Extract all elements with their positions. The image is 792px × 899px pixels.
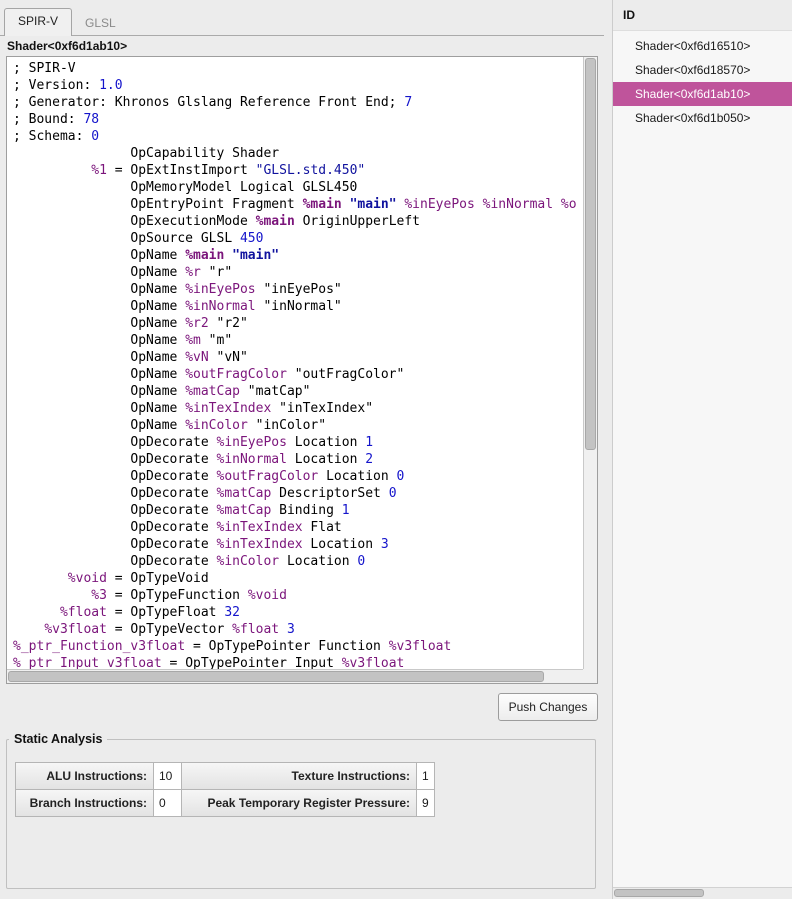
code-line: OpName %r2 "r2"	[13, 315, 583, 332]
code-line: OpDecorate %inColor Location 0	[13, 553, 583, 570]
code-line: %3 = OpTypeFunction %void	[13, 587, 583, 604]
code-line: OpDecorate %inTexIndex Flat	[13, 519, 583, 536]
code-line: OpMemoryModel Logical GLSL450	[13, 179, 583, 196]
peak-register-pressure-label: Peak Temporary Register Pressure:	[182, 790, 417, 817]
code-line: %float = OpTypeFloat 32	[13, 604, 583, 621]
code-line: ; SPIR-V	[13, 60, 583, 77]
code-line: %_ptr_Function_v3float = OpTypePointer F…	[13, 638, 583, 655]
code-line: OpDecorate %outFragColor Location 0	[13, 468, 583, 485]
shader-list-item[interactable]: Shader<0xf6d18570>	[613, 58, 792, 82]
static-analysis-groupbox: Static Analysis ALU Instructions: 10 Tex…	[6, 739, 596, 889]
code-content[interactable]: ; SPIR-V; Version: 1.0; Generator: Khron…	[7, 57, 583, 669]
code-line: ; Schema: 0	[13, 128, 583, 145]
code-line: OpName %outFragColor "outFragColor"	[13, 366, 583, 383]
code-line: %void = OpTypeVoid	[13, 570, 583, 587]
code-line: ; Version: 1.0	[13, 77, 583, 94]
code-line: OpDecorate %matCap Binding 1	[13, 502, 583, 519]
code-line: OpName %inTexIndex "inTexIndex"	[13, 400, 583, 417]
code-line: ; Bound: 78	[13, 111, 583, 128]
code-line: OpName %inEyePos "inEyePos"	[13, 281, 583, 298]
shader-list-item[interactable]: Shader<0xf6d1b050>	[613, 106, 792, 130]
code-line: OpCapability Shader	[13, 145, 583, 162]
shader-list: Shader<0xf6d16510> Shader<0xf6d18570> Sh…	[613, 34, 792, 130]
shader-id-label: Shader<0xf6d1ab10>	[7, 39, 127, 53]
code-editor: ; SPIR-V; Version: 1.0; Generator: Khron…	[6, 56, 598, 684]
branch-instructions-label: Branch Instructions:	[16, 790, 154, 817]
shader-list-item[interactable]: Shader<0xf6d16510>	[613, 34, 792, 58]
alu-instructions-label: ALU Instructions:	[16, 763, 154, 790]
code-line: OpExecutionMode %main OriginUpperLeft	[13, 213, 583, 230]
code-line: OpName %m "m"	[13, 332, 583, 349]
code-line: %1 = OpExtInstImport "GLSL.std.450"	[13, 162, 583, 179]
code-line: OpName %inColor "inColor"	[13, 417, 583, 434]
code-line: OpSource GLSL 450	[13, 230, 583, 247]
code-line: %v3float = OpTypeVector %float 3	[13, 621, 583, 638]
shader-list-item[interactable]: Shader<0xf6d1ab10>	[613, 82, 792, 106]
shader-edit-panel: SPIR-V GLSL Shader<0xf6d1ab10> ; SPIR-V;…	[0, 0, 604, 899]
code-line: OpName %vN "vN"	[13, 349, 583, 366]
id-column-header: ID	[613, 0, 792, 31]
code-line: OpDecorate %inEyePos Location 1	[13, 434, 583, 451]
scrollbar-corner	[583, 669, 597, 683]
code-line: OpDecorate %inNormal Location 2	[13, 451, 583, 468]
panel-horizontal-scrollbar[interactable]	[613, 887, 792, 899]
code-line: OpDecorate %inTexIndex Location 3	[13, 536, 583, 553]
code-line: OpEntryPoint Fragment %main "main" %inEy…	[13, 196, 583, 213]
vertical-scrollbar[interactable]	[583, 57, 597, 669]
code-line: OpName %matCap "matCap"	[13, 383, 583, 400]
code-line: %_ptr_Input_v3float = OpTypePointer Inpu…	[13, 655, 583, 669]
alu-instructions-value: 10	[154, 763, 182, 790]
tab-spirv[interactable]: SPIR-V	[4, 8, 72, 36]
tab-bar: SPIR-V GLSL	[4, 9, 129, 36]
analysis-table: ALU Instructions: 10 Texture Instruction…	[15, 762, 435, 817]
tab-glsl[interactable]: GLSL	[72, 11, 129, 36]
panel-horizontal-scrollbar-thumb[interactable]	[614, 889, 704, 897]
branch-instructions-value: 0	[154, 790, 182, 817]
vertical-scrollbar-thumb[interactable]	[585, 58, 596, 450]
code-line: OpName %main "main"	[13, 247, 583, 264]
peak-register-pressure-value: 9	[417, 790, 435, 817]
code-line: OpDecorate %matCap DescriptorSet 0	[13, 485, 583, 502]
shader-id-list-panel: ID Shader<0xf6d16510> Shader<0xf6d18570>…	[612, 0, 792, 899]
code-line: OpName %r "r"	[13, 264, 583, 281]
horizontal-scrollbar-thumb[interactable]	[8, 671, 544, 682]
code-line: ; Generator: Khronos Glslang Reference F…	[13, 94, 583, 111]
texture-instructions-value: 1	[417, 763, 435, 790]
static-analysis-title: Static Analysis	[9, 732, 107, 746]
texture-instructions-label: Texture Instructions:	[182, 763, 417, 790]
push-changes-button[interactable]: Push Changes	[498, 693, 598, 721]
code-line: OpName %inNormal "inNormal"	[13, 298, 583, 315]
horizontal-scrollbar[interactable]	[7, 669, 583, 683]
